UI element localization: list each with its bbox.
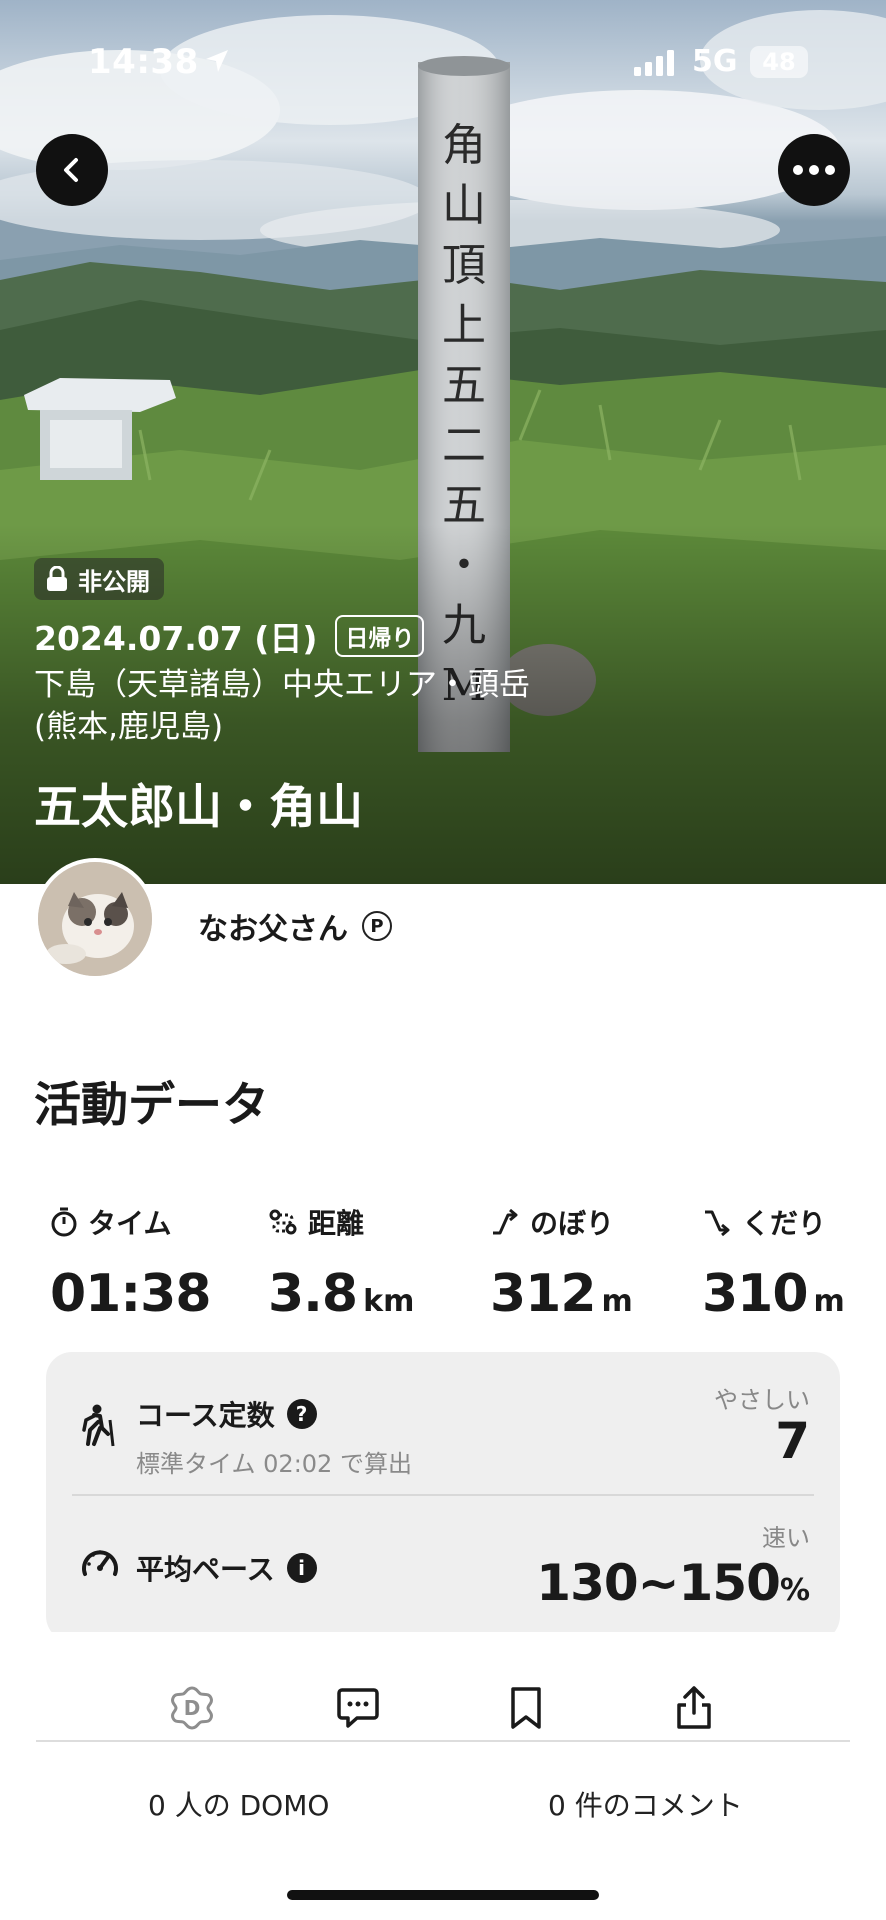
section-title: 活動データ [34, 1078, 269, 1133]
hiker-icon [82, 1404, 115, 1447]
stat-time: タイム 01:38 [50, 1202, 212, 1324]
stat-descent: くだり 310 m [702, 1202, 845, 1324]
avatar[interactable] [34, 858, 156, 980]
premium-badge-icon: P [362, 911, 392, 941]
location-arrow-icon [204, 48, 230, 78]
comment-button[interactable] [328, 1678, 388, 1738]
bookmark-icon [511, 1687, 541, 1729]
stat-ascent: のぼり 312 m [490, 1202, 633, 1324]
average-pace-rating: 速い [762, 1524, 810, 1552]
home-indicator [287, 1890, 599, 1900]
user-name: なお父さん [198, 912, 348, 947]
share-icon [677, 1686, 711, 1729]
bottom-divider [36, 1740, 850, 1742]
more-options-button[interactable] [778, 134, 850, 206]
area-name: 下島（天草諸島）中央エリア・頭岳 [34, 667, 530, 703]
comment-icon [337, 1688, 379, 1728]
stat-descent-value: 310 [702, 1264, 809, 1324]
signal-icon [634, 50, 678, 80]
stat-time-value: 01:38 [50, 1264, 212, 1324]
course-constant-subtitle: 標準タイム 02:02 で算出 [136, 1450, 412, 1478]
domo-count[interactable]: 0 人の DOMO [148, 1784, 329, 1824]
course-constant-row[interactable]: コース定数 ? 標準タイム 02:02 で算出 やさしい 7 [46, 1352, 840, 1494]
stat-time-label: タイム [88, 1207, 172, 1240]
user-name-row[interactable]: なお父さん P [198, 904, 392, 948]
privacy-label: 非公開 [78, 567, 150, 596]
back-button[interactable] [36, 134, 108, 206]
average-pace-title: 平均ペース [136, 1553, 275, 1586]
mountain-title: 五太郎山・角山 [34, 780, 363, 835]
info-icon[interactable]: i [286, 1553, 317, 1583]
domo-icon: D [171, 1686, 213, 1730]
stat-descent-unit: m [813, 1284, 845, 1319]
stat-ascent-value: 312 [490, 1264, 597, 1324]
course-stats-card: コース定数 ? 標準タイム 02:02 で算出 やさしい 7 平均ペース i 速… [46, 1352, 840, 1642]
route-icon [269, 1209, 297, 1235]
help-icon[interactable]: ? [286, 1399, 317, 1429]
activity-date-line: 2024.07.07 (日) 日帰り [34, 612, 425, 660]
chevron-left-icon [64, 158, 78, 182]
status-bar: 14:38 5G 48 [0, 0, 886, 130]
stat-ascent-unit: m [601, 1284, 633, 1319]
stat-distance-unit: km [363, 1284, 415, 1319]
descent-icon [705, 1210, 730, 1237]
ascent-icon [493, 1208, 518, 1235]
bottom-action-bar: D 0 人の DOMO 0 件のコメント [0, 1632, 886, 1920]
bookmark-button[interactable] [496, 1678, 556, 1738]
stat-distance: 距離 3.8 km [268, 1202, 414, 1324]
svg-text:D: D [184, 1696, 201, 1720]
status-time: 14:38 [88, 42, 199, 82]
activity-date: 2024.07.07 (日) [34, 619, 318, 658]
privacy-badge: 非公開 [34, 558, 164, 600]
comment-count[interactable]: 0 件のコメント [548, 1784, 743, 1824]
cat-avatar-image [38, 862, 152, 976]
area-location[interactable]: 下島（天草諸島）中央エリア・頭岳 (熊本,鹿児島) [34, 664, 674, 748]
course-constant-rating: やさしい [714, 1386, 810, 1414]
share-button[interactable] [664, 1678, 724, 1738]
course-constant-value: 7 [775, 1412, 810, 1470]
network-type: 5G [692, 44, 738, 79]
hero-photo: 角山頂上五二五・九M [0, 0, 886, 884]
average-pace-value: 130~150 [536, 1554, 781, 1612]
stat-ascent-label: のぼり [530, 1207, 615, 1240]
stat-descent-label: くだり [742, 1207, 827, 1240]
course-constant-title: コース定数 [136, 1399, 275, 1432]
average-pace-row[interactable]: 平均ペース i 速い 130~150% [46, 1496, 840, 1642]
domo-button[interactable]: D [162, 1678, 222, 1738]
stat-distance-label: 距離 [308, 1207, 365, 1240]
average-pace-unit: % [779, 1573, 810, 1608]
stopwatch-icon [51, 1207, 77, 1237]
stat-distance-value: 3.8 [268, 1264, 358, 1324]
trip-type-badge: 日帰り [335, 615, 425, 657]
ellipsis-icon [793, 165, 835, 175]
speedometer-icon [82, 1550, 118, 1576]
battery-indicator: 48 [750, 46, 808, 78]
lock-icon [47, 566, 67, 591]
area-prefectures: (熊本,鹿児島) [34, 709, 224, 745]
